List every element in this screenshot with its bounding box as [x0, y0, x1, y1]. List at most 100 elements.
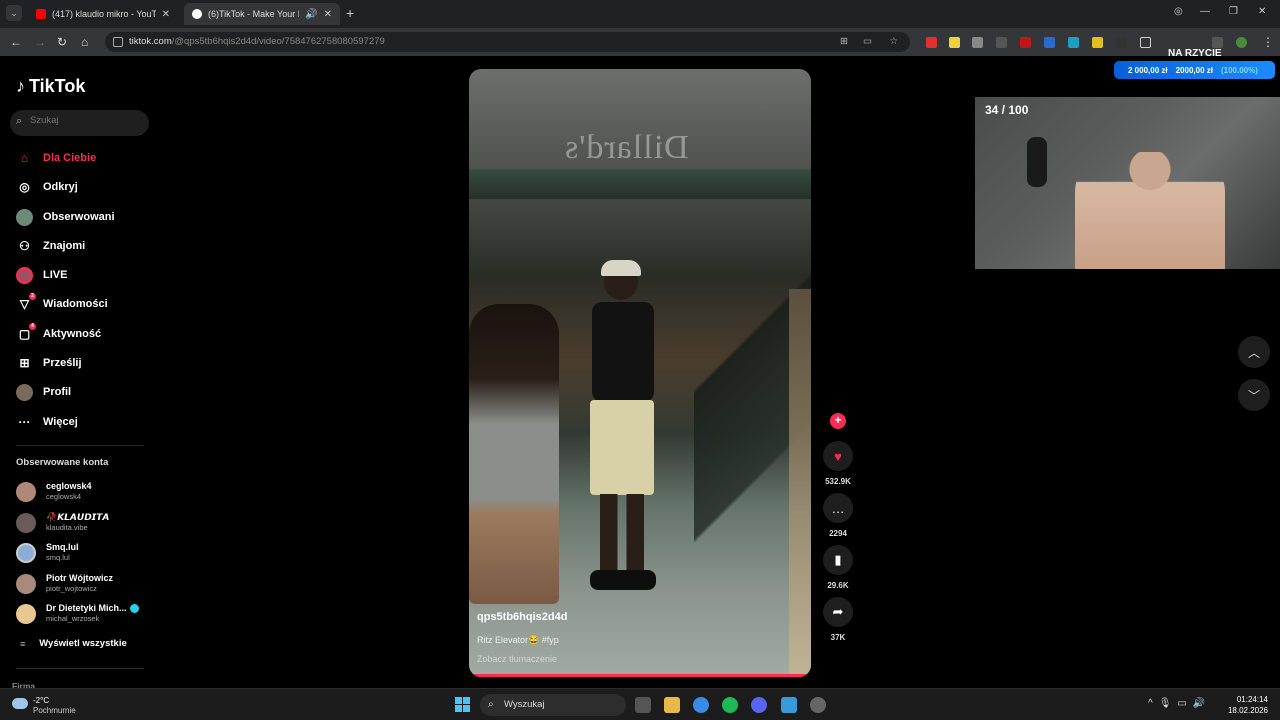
tab-tiktok[interactable]: (6)TikTok - Make Your Day 🔊 ✕: [184, 3, 340, 25]
save-count: 29.6K: [827, 581, 849, 590]
close-tab-icon[interactable]: ✕: [162, 9, 170, 20]
forward-icon[interactable]: →: [34, 35, 46, 49]
person-left: [469, 304, 559, 604]
messages-badge: 2: [29, 292, 36, 300]
video-author[interactable]: qps5tb6hqis2d4d: [477, 611, 567, 623]
nav-messages[interactable]: ▽ 2 Wiadomości: [16, 292, 108, 314]
stream-counter: 34 / 100: [985, 103, 1029, 117]
donation-goal-title: NA RZYCIE: [1168, 48, 1222, 59]
chrome-icon[interactable]: [693, 697, 709, 713]
bookmark-icon[interactable]: ▮: [823, 545, 853, 575]
spotify-icon[interactable]: [722, 697, 738, 713]
video-progress-bar[interactable]: [469, 674, 811, 677]
taskbar-search[interactable]: ⌕ Wyszukaj: [480, 694, 626, 716]
volume-icon[interactable]: 🔊: [1193, 698, 1211, 709]
avatar: [16, 482, 36, 502]
menu-dots-icon[interactable]: ⋮: [1262, 35, 1274, 49]
tab-youtube[interactable]: (417) klaudio mikro - YouTube ✕: [28, 3, 178, 25]
followed-account[interactable]: 🥀𝙆𝙇𝘼𝙐𝘿𝙄𝙏𝘼 klaudita.vibe: [16, 510, 156, 534]
profile-icon[interactable]: ◎: [1174, 6, 1183, 17]
address-toolbar: ← → ↻ ⌂ tiktok.com/@qps5tb6hqis2d4d/vide…: [0, 28, 1280, 56]
comment-action[interactable]: … 2294: [822, 493, 854, 538]
see-all-button[interactable]: ≡ Wyświetl wszystkie: [20, 638, 127, 649]
extension-4-icon[interactable]: [996, 37, 1007, 48]
person-center: [564, 260, 664, 604]
task-view-icon[interactable]: [635, 697, 651, 713]
translate-icon[interactable]: ⊞: [840, 32, 848, 52]
network-icon[interactable]: ▭: [1177, 698, 1192, 709]
like-action[interactable]: ♥ 532.9K: [822, 441, 854, 486]
follow-button[interactable]: +: [830, 413, 846, 429]
store-sign: Dillard's: [564, 129, 689, 166]
reading-list-icon[interactable]: [1212, 37, 1223, 48]
nav-profile[interactable]: Profil: [16, 382, 71, 402]
url-bar[interactable]: tiktok.com/@qps5tb6hqis2d4d/video/758476…: [105, 32, 910, 52]
tab-search-button[interactable]: ⌄: [6, 5, 22, 21]
close-window-icon[interactable]: ✕: [1258, 6, 1266, 17]
followed-accounts-title: Obserwowane konta: [16, 457, 109, 468]
nav-for-you[interactable]: ⌂ Dla Ciebie: [16, 148, 96, 168]
tiktok-favicon-icon: [192, 9, 202, 19]
home-icon[interactable]: ⌂: [81, 35, 88, 49]
extension-8-icon[interactable]: [1092, 37, 1103, 48]
file-explorer-icon[interactable]: [664, 697, 680, 713]
search-icon: ⌕: [488, 699, 494, 710]
upload-icon: ⊞: [19, 356, 30, 370]
avatar: [16, 543, 36, 563]
microphone-icon[interactable]: 🎙: [1159, 698, 1178, 709]
install-icon[interactable]: ▭: [863, 32, 872, 52]
tiktok-logo[interactable]: ♪ TikTok: [16, 76, 85, 97]
clock[interactable]: 01:24:14 18.02.2026: [1228, 694, 1268, 716]
new-tab-button[interactable]: +: [346, 5, 354, 21]
close-tab-icon[interactable]: ✕: [324, 9, 332, 20]
save-action[interactable]: ▮ 29.6K: [822, 545, 854, 590]
followed-account[interactable]: Dr Dietetyki Mich... michal_wrzosek: [16, 601, 156, 625]
followed-account[interactable]: ceglowsk4 ceglowsk4: [16, 479, 156, 503]
minimize-icon[interactable]: —: [1200, 6, 1210, 17]
chevron-up-icon[interactable]: ^: [1148, 698, 1159, 709]
extensions-puzzle-icon[interactable]: [1140, 37, 1151, 48]
weather-widget[interactable]: -2°C Pochmurnie: [12, 693, 112, 717]
nav-live[interactable]: LIVE: [16, 265, 67, 285]
mall-railing: [469, 169, 811, 199]
back-icon[interactable]: ←: [10, 35, 22, 49]
comment-icon[interactable]: …: [823, 493, 853, 523]
extension-6-icon[interactable]: [1044, 37, 1055, 48]
pdf-extension-icon[interactable]: [1020, 37, 1031, 48]
extension-2-icon[interactable]: [949, 37, 960, 48]
reload-icon[interactable]: ↻: [57, 35, 67, 49]
next-video-button[interactable]: ﹀: [1238, 379, 1270, 411]
maximize-icon[interactable]: ❐: [1229, 6, 1238, 17]
video-player[interactable]: Dillard's qps5tb6hqis2d4d Ritz Elevator😂…: [469, 69, 811, 677]
previous-video-button[interactable]: ︿: [1238, 336, 1270, 368]
followed-account[interactable]: Piotr Wójtowicz piotr_wojtowicz: [16, 571, 156, 595]
notepad-icon[interactable]: [781, 697, 797, 713]
discord-icon[interactable]: [751, 697, 767, 713]
followed-account[interactable]: Smq.lul smq.lul: [16, 540, 156, 564]
nav-following[interactable]: Obserwowani: [16, 207, 115, 227]
search-box[interactable]: ⌕: [10, 110, 149, 136]
nav-explore[interactable]: ◎ Odkryj: [16, 177, 78, 197]
windows-start-icon[interactable]: [455, 697, 470, 712]
heart-icon[interactable]: ♥: [823, 441, 853, 471]
site-info-icon[interactable]: [113, 37, 123, 47]
nav-activity[interactable]: ▢ 4 Aktywność: [16, 322, 101, 344]
nav-more[interactable]: ··· Więcej: [16, 412, 78, 432]
extension-1-icon[interactable]: [926, 37, 937, 48]
search-input[interactable]: [30, 115, 140, 126]
extension-9-icon[interactable]: [1116, 37, 1127, 48]
app-icon[interactable]: [810, 697, 826, 713]
share-action[interactable]: ➦ 37K: [822, 597, 854, 642]
profile-avatar-icon[interactable]: [1236, 37, 1247, 48]
audio-icon[interactable]: 🔊: [305, 9, 317, 20]
see-translation-link[interactable]: Zobacz tłumaczenie: [477, 654, 557, 664]
extension-7-icon[interactable]: [1068, 37, 1079, 48]
extension-3-icon[interactable]: [972, 37, 983, 48]
system-tray[interactable]: ^🎙▭🔊: [1148, 698, 1211, 709]
more-icon: ···: [18, 415, 31, 429]
bookmark-star-icon[interactable]: ☆: [889, 32, 898, 52]
nav-friends[interactable]: ⚇ Znajomi: [16, 236, 85, 256]
share-icon[interactable]: ➦: [823, 597, 853, 627]
nav-upload[interactable]: ⊞ Prześlij: [16, 353, 81, 373]
chevron-down-icon: ﹀: [1247, 388, 1260, 403]
